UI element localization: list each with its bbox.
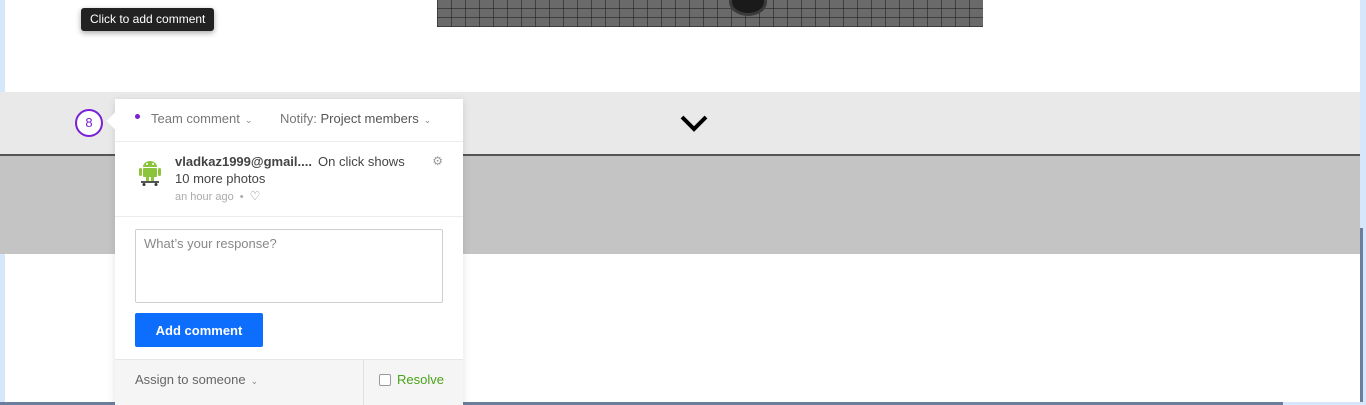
assign-dropdown[interactable]: Assign to someone ⌄ [135,372,258,387]
avatar [134,154,166,186]
comment-meta: an hour ago • ♡ [175,189,260,203]
notify-prefix: Notify: [280,111,317,126]
comment-author[interactable]: vladkaz1999@gmail.... [175,154,312,169]
footer-divider [363,360,364,405]
scrollbar-thumb[interactable] [1360,228,1363,403]
comment-type-dropdown[interactable]: Team comment ⌄ [151,111,252,126]
resolve-toggle[interactable]: Resolve [379,372,444,387]
team-dot-icon [135,114,140,119]
chevron-down-icon[interactable] [678,111,710,135]
resolve-label: Resolve [397,372,444,387]
gear-icon[interactable]: ⚙ [432,154,443,168]
comment-text-line2: 10 more photos [175,171,266,186]
response-input[interactable] [135,229,443,303]
add-comment-tooltip: Click to add comment [81,8,215,31]
comment-panel: Team comment ⌄ Notify: Project members ⌄ v… [106,99,463,405]
chevron-down-icon: ⌄ [423,115,432,125]
comment-panel-header: Team comment ⌄ Notify: Project members ⌄ [115,99,463,141]
notify-dropdown[interactable]: Notify: Project members ⌄ [280,111,431,126]
photo-detail [729,0,767,16]
chevron-down-icon: ⌄ [250,376,259,386]
resolve-checkbox[interactable] [379,374,391,386]
assign-label: Assign to someone [135,372,246,387]
heart-icon[interactable]: ♡ [250,189,261,203]
comment-pin[interactable]: 8 [75,109,103,137]
comment-timestamp: an hour ago [175,191,234,203]
comment-type-label: Team comment [151,111,240,126]
notify-value: Project members [320,111,419,126]
meta-separator: • [239,191,244,203]
design-photo[interactable] [437,0,983,27]
chevron-down-icon: ⌄ [244,115,253,125]
add-comment-button[interactable]: Add comment [135,313,263,347]
comment-text-line1: On click shows [318,154,405,169]
comment-item: vladkaz1999@gmail.... On click shows 10 … [115,141,463,217]
comment-panel-footer: Assign to someone ⌄ Resolve [115,359,463,405]
